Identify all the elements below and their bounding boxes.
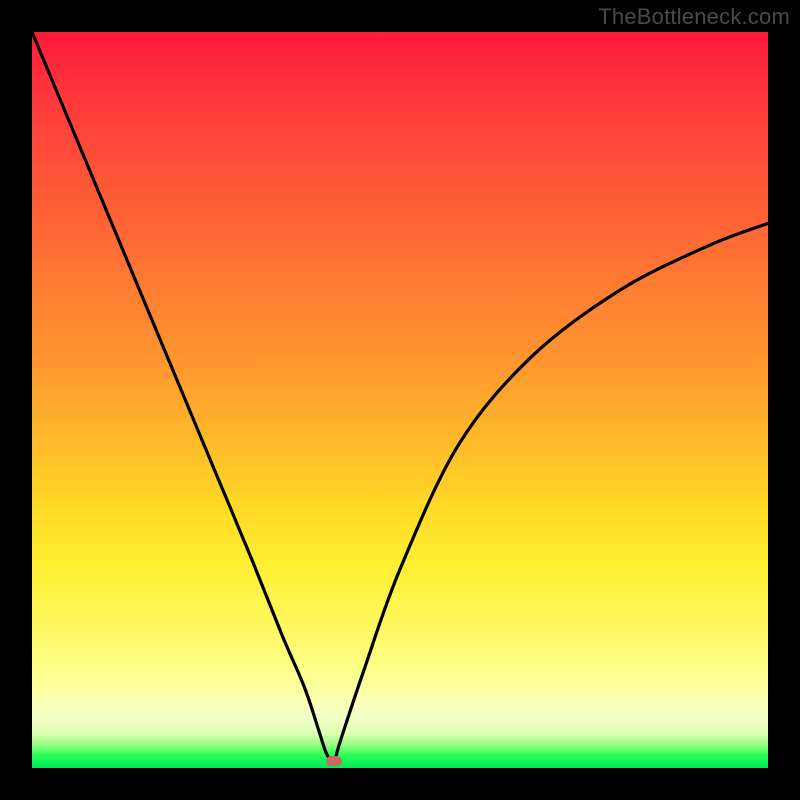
minimum-marker (326, 756, 342, 766)
chart-frame: TheBottleneck.com (0, 0, 800, 800)
plot-area (32, 32, 768, 768)
bottleneck-curve (32, 32, 768, 768)
watermark-text: TheBottleneck.com (598, 4, 790, 30)
